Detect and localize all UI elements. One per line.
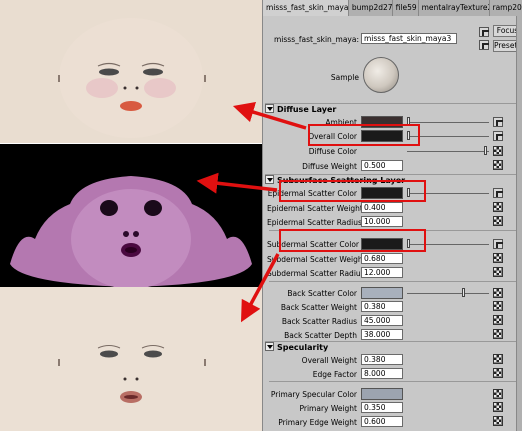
arrow-to-bottom-image	[240, 253, 280, 323]
annotation-arrows	[196, 101, 307, 323]
arrow-to-top-image	[232, 101, 307, 130]
arrow-to-middle-image	[196, 172, 278, 194]
